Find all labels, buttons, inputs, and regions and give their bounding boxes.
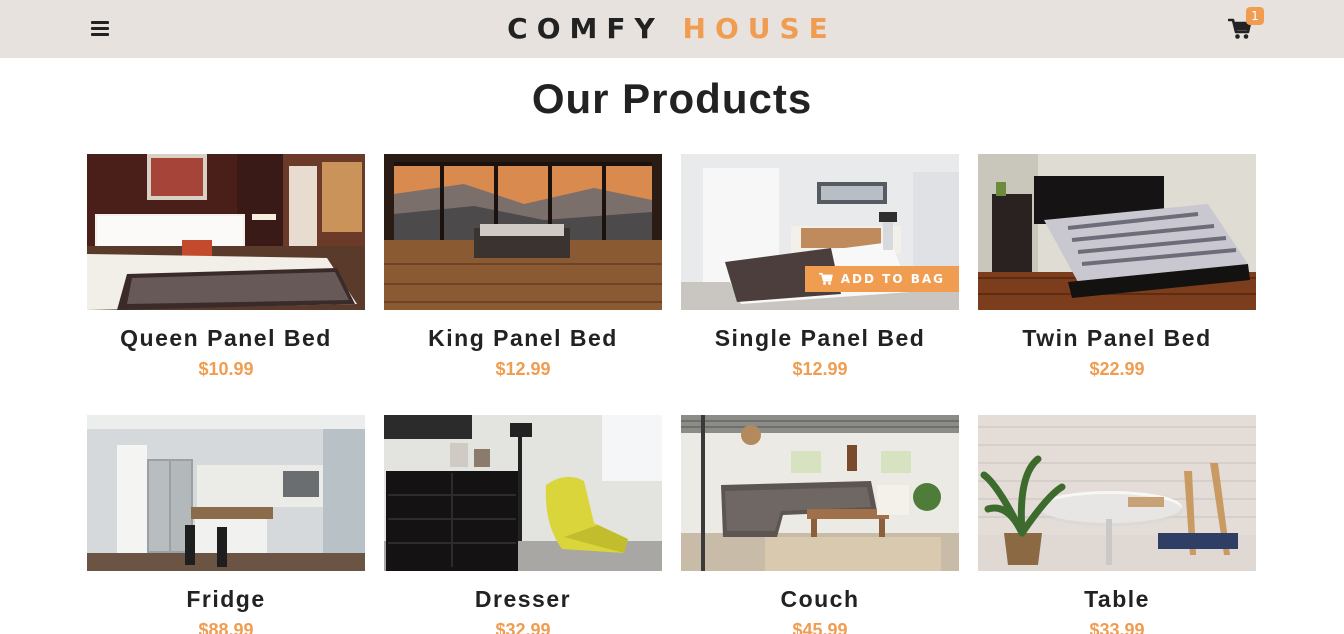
add-to-bag-button[interactable]: ADD TO BAG [804,266,959,292]
product-name: Couch [780,586,860,612]
product-price: $88.99 [198,620,254,634]
cart-button[interactable]: 1 [1226,7,1266,46]
product-image[interactable] [87,154,365,310]
add-to-bag-label: ADD TO BAG [840,272,945,286]
product-card: Queen Panel Bed $10.99 [87,154,365,384]
logo-part-2: HOUSE [682,12,837,45]
product-card: Dresser $32.99 [384,415,662,634]
product-name: Single Panel Bed [714,325,926,351]
product-card: Twin Panel Bed $22.99 [978,154,1256,384]
logo: COMFY HOUSE [0,13,1344,45]
product-image[interactable] [384,154,662,310]
product-image[interactable] [87,415,365,571]
product-price: $45.99 [792,620,848,634]
product-card: Table $33.99 [978,415,1256,634]
product-card: Fridge $88.99 [87,415,365,634]
product-image[interactable] [681,415,959,571]
logo-part-1: COMFY [507,12,664,45]
product-name: King Panel Bed [428,325,618,351]
product-photo [87,415,365,571]
product-name: Table [1084,586,1150,612]
product-photo [978,415,1256,571]
shopping-cart-icon [818,272,833,285]
product-name: Dresser [474,586,572,612]
product-photo [384,415,662,571]
product-image[interactable] [978,154,1256,310]
product-price: $33.99 [1089,620,1145,634]
product-name: Queen Panel Bed [120,325,332,351]
product-photo [681,415,959,571]
product-image[interactable] [978,415,1256,571]
product-photo [87,154,365,310]
product-card: ADD TO BAG Single Panel Bed $12.99 [681,154,959,384]
product-price: $12.99 [792,359,848,379]
products-grid: Queen Panel Bed $10.99 King Panel Bed $1… [87,154,1257,634]
product-price: $32.99 [495,620,551,634]
product-image[interactable]: ADD TO BAG [681,154,959,310]
product-card: King Panel Bed $12.99 [384,154,662,384]
product-image[interactable] [384,415,662,571]
product-price: $12.99 [495,359,551,379]
section-title: Our Products [531,75,813,122]
product-price: $10.99 [198,359,254,379]
product-name: Twin Panel Bed [1022,325,1212,351]
cart-count-badge: 1 [1246,7,1264,25]
navbar: COMFY HOUSE 1 [0,0,1344,58]
product-price: $22.99 [1089,359,1145,379]
product-name: Fridge [186,586,266,612]
product-photo [384,154,662,310]
product-photo [978,154,1256,310]
product-card: Couch $45.99 [681,415,959,634]
